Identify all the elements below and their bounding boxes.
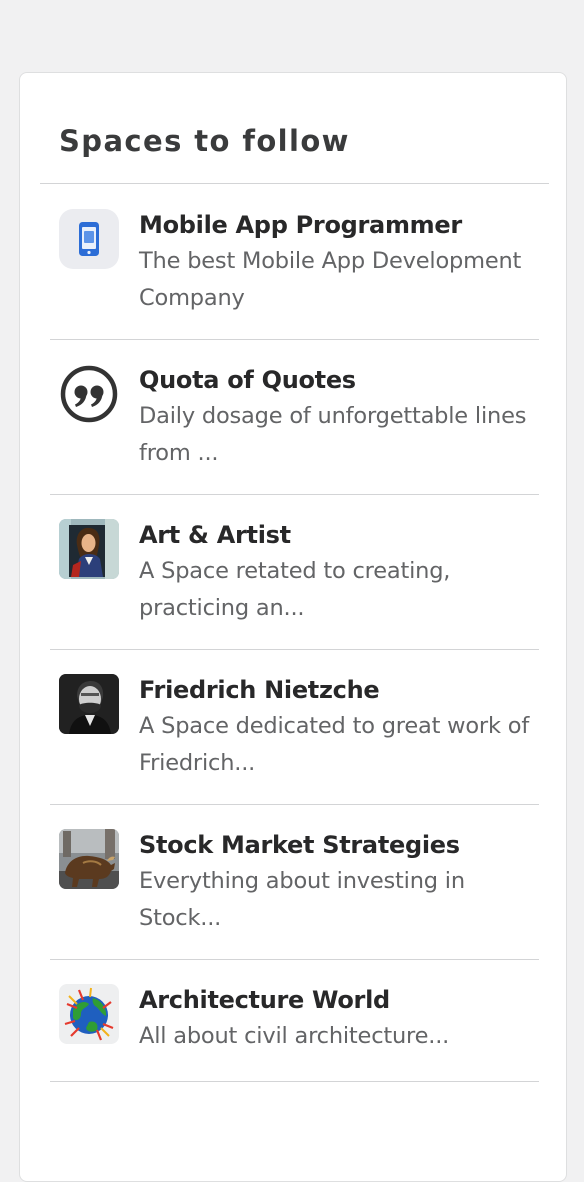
space-name[interactable]: Architecture World: [139, 982, 539, 1018]
space-description: A Space retated to creating, practicing …: [139, 558, 451, 621]
spaces-to-follow-panel: Spaces to follow Mobile App Programmer T…: [19, 72, 567, 1182]
space-description: The best Mobile App Development Company: [139, 248, 522, 311]
space-name[interactable]: Stock Market Strategies: [139, 827, 539, 863]
bull-statue-icon[interactable]: [59, 829, 119, 889]
space-description: A Space dedicated to great work of Fried…: [139, 713, 530, 776]
space-item-art-and-artist[interactable]: Art & Artist A Space retated to creating…: [50, 495, 539, 650]
space-item-stock-market-strategies[interactable]: Stock Market Strategies Everything about…: [50, 805, 539, 960]
globe-icon[interactable]: [59, 984, 119, 1044]
space-description: Daily dosage of unforgettable lines from…: [139, 403, 527, 466]
space-name[interactable]: Quota of Quotes: [139, 362, 539, 398]
portrait-painting-icon[interactable]: [59, 519, 119, 579]
space-item-architecture-world[interactable]: Architecture World All about civil archi…: [50, 960, 539, 1082]
space-name[interactable]: Mobile App Programmer: [139, 207, 539, 243]
space-name[interactable]: Friedrich Nietzche: [139, 672, 539, 708]
panel-title: Spaces to follow: [59, 124, 350, 158]
space-item-friedrich-nietzche[interactable]: Friedrich Nietzche A Space dedicated to …: [50, 650, 539, 805]
space-item-mobile-app-programmer[interactable]: Mobile App Programmer The best Mobile Ap…: [50, 185, 539, 340]
mobile-phone-icon[interactable]: [59, 209, 119, 269]
space-name[interactable]: Art & Artist: [139, 517, 539, 553]
portrait-photo-icon[interactable]: [59, 674, 119, 734]
space-list: Mobile App Programmer The best Mobile Ap…: [50, 185, 539, 1082]
space-item-quota-of-quotes[interactable]: Quota of Quotes Daily dosage of unforget…: [50, 340, 539, 495]
title-divider: [40, 183, 549, 184]
quote-marks-icon[interactable]: [59, 364, 119, 424]
space-description: Everything about investing in Stock...: [139, 868, 465, 931]
space-description: All about civil architecture...: [139, 1023, 450, 1049]
